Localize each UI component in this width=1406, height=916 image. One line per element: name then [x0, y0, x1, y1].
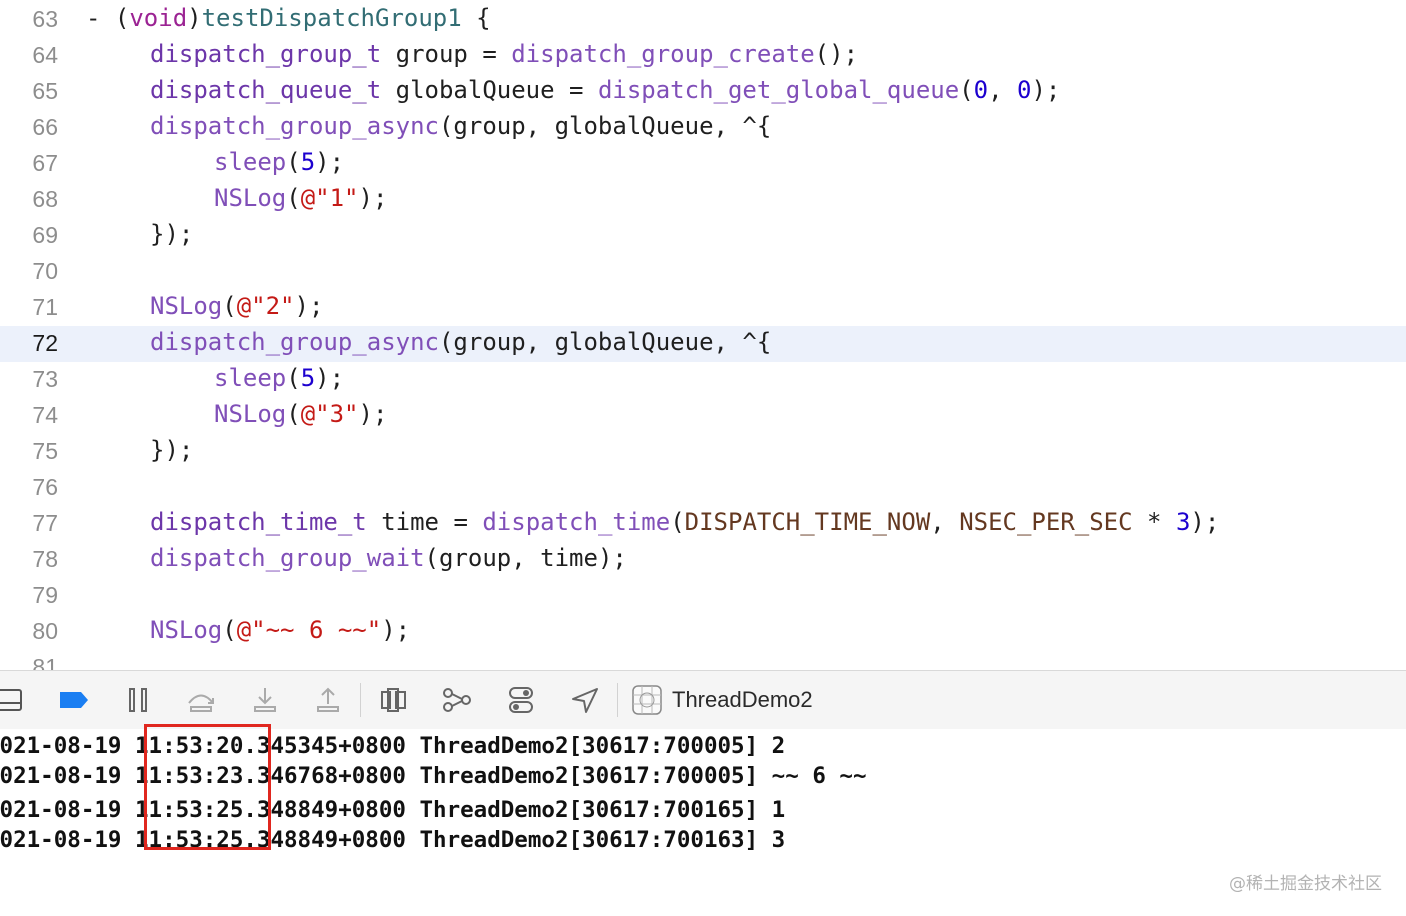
code-text: dispatch_queue_t globalQueue = dispatch_… — [150, 76, 1061, 104]
code-text: dispatch_group_async(group, globalQueue,… — [150, 112, 772, 140]
code-line[interactable]: 63 - (void)testDispatchGroup1 { — [0, 2, 1406, 38]
line-number: 75 — [32, 438, 58, 464]
current-code-line[interactable]: 72 dispatch_group_async(group, globalQue… — [0, 326, 1406, 362]
code-text: sleep(5); — [214, 364, 345, 392]
code-line[interactable]: 76 — [0, 470, 1406, 506]
code-text: NSLog(@"3"); — [214, 400, 388, 428]
code-line[interactable]: 68 NSLog(@"1"); — [0, 182, 1406, 218]
console-toggle-icon[interactable] — [0, 685, 26, 715]
breakpoint-icon[interactable] — [57, 685, 91, 715]
timestamp-highlight-box — [144, 724, 271, 850]
code-text: NSLog(@"2"); — [150, 292, 324, 320]
code-text: dispatch_time_t time = dispatch_time(DIS… — [150, 508, 1220, 536]
code-text: dispatch_group_t group = dispatch_group_… — [150, 40, 859, 68]
line-number: 69 — [32, 222, 58, 248]
code-line[interactable]: 69 }); — [0, 218, 1406, 254]
line-number: 74 — [32, 402, 58, 428]
code-line[interactable]: 80 NSLog(@"~~ 6 ~~"); — [0, 614, 1406, 650]
code-text: dispatch_group_async(group, globalQueue,… — [150, 328, 772, 356]
code-text: - (void)testDispatchGroup1 { — [86, 4, 491, 32]
watermark: @稀土掘金技术社区 — [1229, 874, 1382, 894]
code-text: }); — [150, 220, 194, 248]
console-line: 2021-08-19 11:53:25.348849+0800 ThreadDe… — [0, 797, 786, 823]
location-icon[interactable] — [568, 685, 602, 715]
view-hierarchy-icon[interactable] — [377, 685, 411, 715]
environment-overrides-icon[interactable] — [504, 685, 538, 715]
step-over-icon[interactable] — [184, 685, 218, 715]
pause-icon[interactable] — [121, 685, 155, 715]
line-number: 81 — [32, 654, 58, 670]
code-line[interactable]: 64 dispatch_group_t group = dispatch_gro… — [0, 38, 1406, 74]
memory-graph-icon[interactable] — [440, 685, 474, 715]
toolbar-divider — [617, 683, 618, 717]
line-number: 64 — [32, 42, 58, 68]
code-text: }); — [150, 436, 194, 464]
code-text: sleep(5); — [214, 148, 345, 176]
debug-toolbar: ThreadDemo2 — [0, 670, 1406, 730]
code-line[interactable]: 70 — [0, 254, 1406, 290]
code-line[interactable]: 74 NSLog(@"3"); — [0, 398, 1406, 434]
toolbar-divider — [360, 683, 361, 717]
line-number: 68 — [32, 186, 58, 212]
code-line[interactable]: 73 sleep(5); — [0, 362, 1406, 398]
code-text: dispatch_group_wait(group, time); — [150, 544, 627, 572]
code-line[interactable]: 77 dispatch_time_t time = dispatch_time(… — [0, 506, 1406, 542]
line-number: 80 — [32, 618, 58, 644]
line-number: 72 — [32, 330, 58, 356]
code-editor[interactable]: 63 - (void)testDispatchGroup1 { 64 dispa… — [0, 0, 1406, 670]
line-number: 63 — [32, 6, 58, 32]
line-number: 71 — [32, 294, 58, 320]
line-number: 77 — [32, 510, 58, 536]
code-text: NSLog(@"~~ 6 ~~"); — [150, 616, 411, 644]
target-name[interactable]: ThreadDemo2 — [672, 687, 813, 713]
code-line[interactable]: 79 — [0, 578, 1406, 614]
line-number: 65 — [32, 78, 58, 104]
code-line[interactable]: 78 dispatch_group_wait(group, time); — [0, 542, 1406, 578]
console-line: 2021-08-19 11:53:25.348849+0800 ThreadDe… — [0, 827, 786, 853]
code-line[interactable]: 75 }); — [0, 434, 1406, 470]
code-line[interactable]: 71 NSLog(@"2"); — [0, 290, 1406, 326]
line-number: 67 — [32, 150, 58, 176]
code-text: NSLog(@"1"); — [214, 184, 388, 212]
line-number: 73 — [32, 366, 58, 392]
step-out-icon[interactable] — [311, 685, 345, 715]
line-number: 79 — [32, 582, 58, 608]
step-into-icon[interactable] — [248, 685, 282, 715]
line-number: 76 — [32, 474, 58, 500]
console-line: 2021-08-19 11:53:20.345345+0800 ThreadDe… — [0, 733, 786, 759]
code-line[interactable]: 65 dispatch_queue_t globalQueue = dispat… — [0, 74, 1406, 110]
code-line[interactable]: 67 sleep(5); — [0, 146, 1406, 182]
line-number: 66 — [32, 114, 58, 140]
code-line[interactable]: 81 — [0, 650, 1406, 670]
code-line[interactable]: 66 dispatch_group_async(group, globalQue… — [0, 110, 1406, 146]
app-icon[interactable] — [630, 685, 664, 715]
console-line: 2021-08-19 11:53:23.346768+0800 ThreadDe… — [0, 763, 867, 789]
line-number: 70 — [32, 258, 58, 284]
line-number: 78 — [32, 546, 58, 572]
